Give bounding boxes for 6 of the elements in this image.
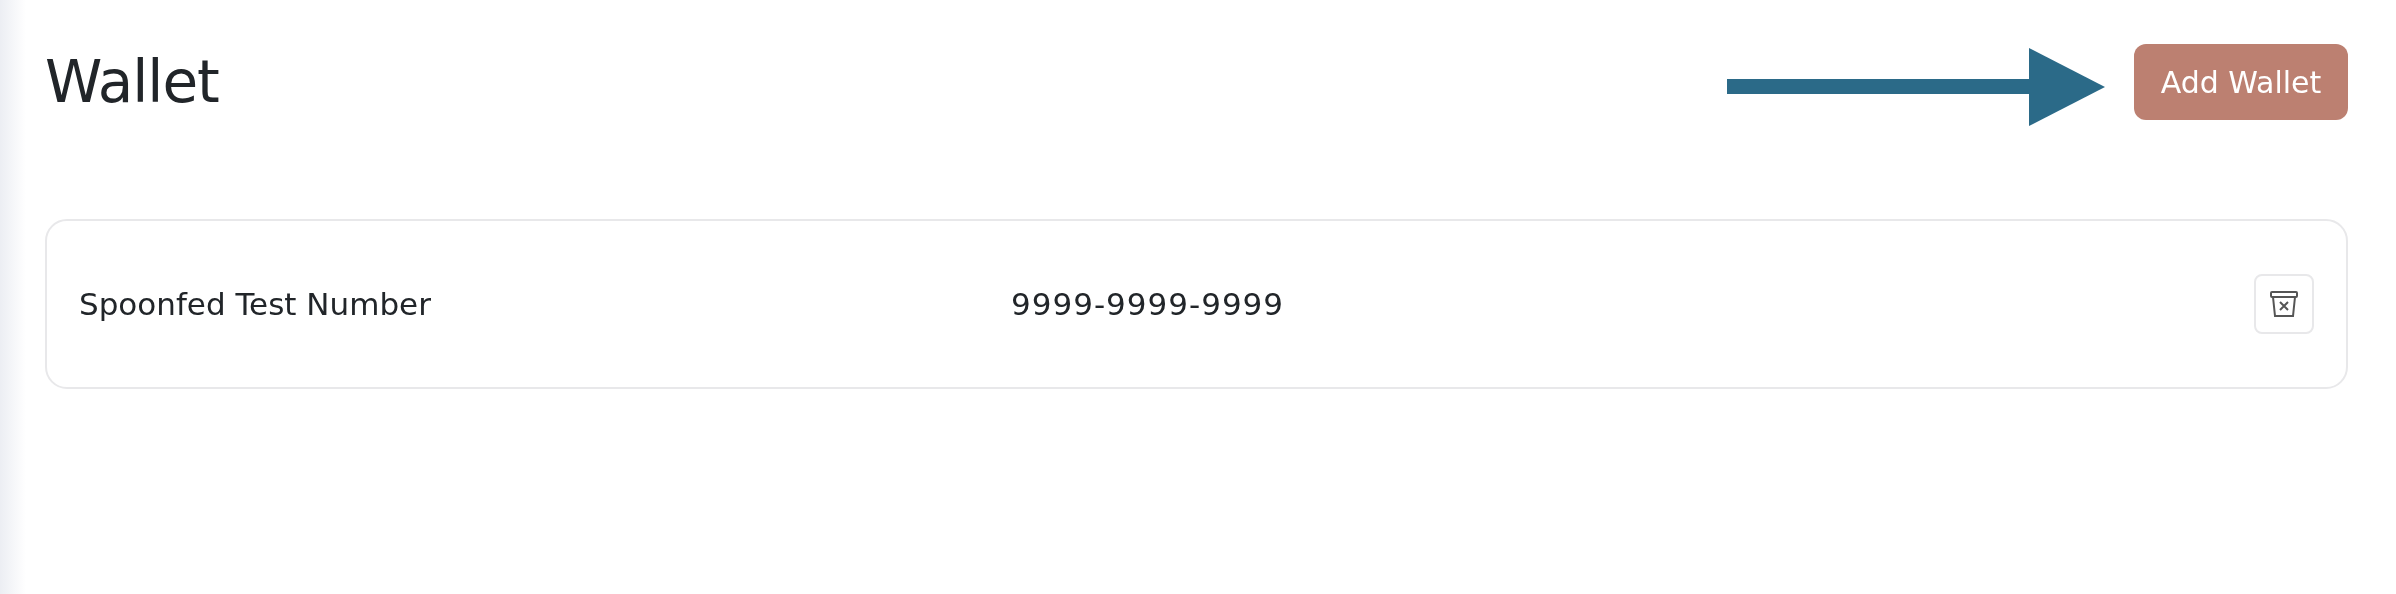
delete-button[interactable] [2254, 274, 2314, 334]
delete-bin-icon [2269, 290, 2299, 318]
page-title: Wallet [45, 48, 219, 116]
wallet-name: Spoonfed Test Number [79, 286, 432, 322]
add-wallet-button[interactable]: Add Wallet [2134, 44, 2348, 120]
wallet-number: 9999-9999-9999 [1011, 286, 1286, 322]
